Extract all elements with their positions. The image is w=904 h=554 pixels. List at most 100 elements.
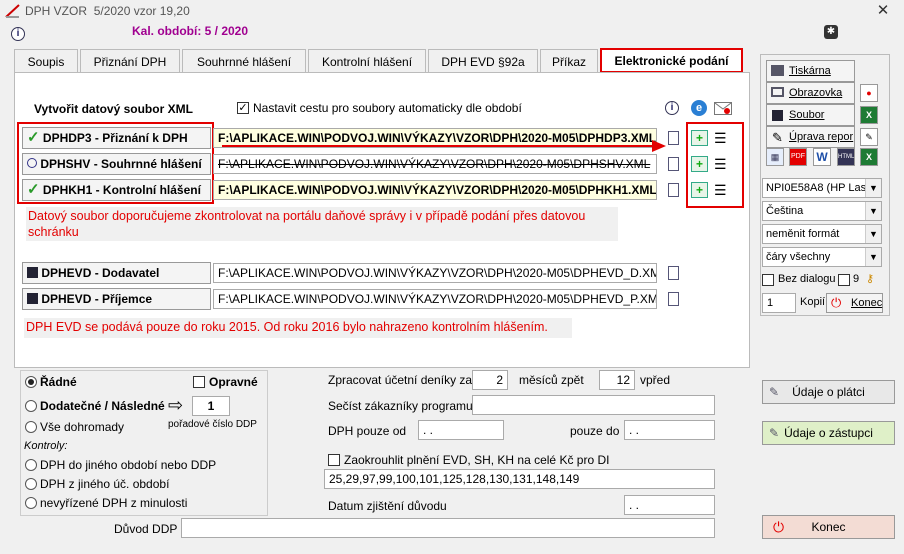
edit-icon[interactable]: ✎: [860, 128, 878, 146]
no-dialog-checkbox[interactable]: [762, 274, 774, 286]
konec-button[interactable]: ⏻ Konec: [762, 515, 895, 539]
dphkh1-button[interactable]: ✓ DPHKH1 - Kontrolní hlášení: [22, 179, 211, 201]
kontroly-label: Kontroly:: [24, 440, 68, 452]
months-forward-input[interactable]: 12: [599, 370, 635, 390]
calendar-icon[interactable]: ▦: [766, 148, 784, 166]
radio-dodatecne-label: Dodatečné / Následné: [40, 399, 165, 413]
close-window-button[interactable]: ✕: [868, 2, 898, 20]
duvod-input[interactable]: [181, 518, 715, 538]
secist-input[interactable]: [472, 395, 715, 415]
chevron-down-icon: ▼: [865, 225, 881, 243]
months-back-input[interactable]: 2: [472, 370, 508, 390]
tab-elektronicke-podani[interactable]: Elektronické podání: [600, 48, 743, 73]
radio-vse-dohromady[interactable]: [25, 421, 37, 433]
browser-icon[interactable]: e: [691, 100, 707, 116]
html-icon[interactable]: HTML: [837, 148, 855, 166]
email-icon[interactable]: ●: [860, 84, 878, 102]
floppy-disk-icon: [27, 293, 38, 304]
dphevd-prijemce-path-input[interactable]: F:\APLIKACE.WIN\PODVOJ.WIN\VÝKAZY\VZOR\D…: [213, 289, 657, 309]
email-icon[interactable]: [714, 102, 732, 115]
info-icon[interactable]: i: [665, 101, 679, 115]
arrow-right-icon: ⇨: [168, 395, 184, 415]
wrench-icon: ✎: [769, 426, 780, 440]
tab-priznani-dph[interactable]: Přiznání DPH: [80, 49, 180, 73]
auto-path-checkbox[interactable]: ✓: [237, 102, 249, 114]
file-button[interactable]: Soubor: [766, 104, 855, 126]
copies-count-input[interactable]: 1: [762, 293, 796, 313]
zpracovat-label: Zpracovat účetní deníky za: [328, 373, 473, 387]
floppy-disk-icon: [772, 110, 783, 121]
codes-input[interactable]: 25,29,97,99,100,101,125,128,130,131,148,…: [324, 469, 715, 489]
check-icon: ✓: [27, 181, 40, 198]
printer-select[interactable]: NPI0E58A8 (HP Lase ▼: [762, 178, 882, 198]
dphevd-prijemce-button[interactable]: DPHEVD - Příjemce: [22, 288, 211, 310]
add-export-icon[interactable]: +: [691, 130, 708, 146]
window-title: DPH VZOR 5/2020 vzor 19,20: [25, 4, 190, 18]
ddp-number-input[interactable]: 1: [192, 396, 230, 416]
edit-report-button[interactable]: ✎ Úprava repor: [766, 126, 855, 148]
lines-select[interactable]: čáry všechny ▼: [762, 247, 882, 267]
check-icon: ✓: [27, 129, 40, 146]
create-xml-label: Vytvořit datový soubor XML: [34, 102, 193, 116]
radio-radne[interactable]: [25, 376, 37, 388]
power-icon: ⏻: [831, 295, 842, 310]
file-icon[interactable]: [668, 266, 679, 280]
file-icon[interactable]: [668, 183, 679, 197]
dphkh1-path-input[interactable]: F:\APLIKACE.WIN\PODVOJ.WIN\VÝKAZY\VZOR\D…: [213, 180, 657, 200]
add-export-icon[interactable]: +: [691, 182, 708, 198]
copies-checkbox[interactable]: [838, 274, 850, 286]
tab-kontrolni-hlaseni[interactable]: Kontrolní hlášení: [308, 49, 426, 73]
opravne-checkbox[interactable]: [193, 376, 205, 388]
radio-dodatecne[interactable]: [25, 400, 37, 412]
documents-stack-icon[interactable]: ☰: [714, 128, 736, 148]
dph-od-input[interactable]: . .: [418, 420, 504, 440]
radio-kontrola-nevyrizene[interactable]: [25, 497, 37, 509]
chevron-down-icon: ▼: [865, 248, 881, 266]
dphevd-dodavatel-button[interactable]: DPHEVD - Dodavatel: [22, 262, 211, 284]
tab-souhrnne-hlaseni[interactable]: Souhrnné hlášení: [182, 49, 306, 73]
dphevd-dodavatel-path-input[interactable]: F:\APLIKACE.WIN\PODVOJ.WIN\VÝKAZY\VZOR\D…: [213, 263, 657, 283]
pdf-icon[interactable]: PDF: [789, 148, 807, 166]
datum-input[interactable]: . .: [624, 495, 715, 515]
dphdp3-button[interactable]: ✓ DPHDP3 - Přiznání k DPH: [22, 127, 211, 149]
excel-icon[interactable]: X: [860, 106, 878, 124]
dphshv-button[interactable]: DPHSHV - Souhrnné hlášení: [22, 153, 211, 175]
file-icon[interactable]: [668, 292, 679, 306]
documents-stack-icon[interactable]: ☰: [714, 154, 736, 174]
red-arrow-graphic: [222, 140, 666, 152]
tab-soupis[interactable]: Soupis: [14, 49, 78, 73]
kontrola-nevyrizene-label: nevyřízené DPH z minulosti: [40, 496, 188, 510]
settings-gear-icon[interactable]: ✱: [824, 25, 838, 39]
word-icon[interactable]: W: [813, 148, 831, 166]
dphshv-path-input[interactable]: F:\APLIKACE.WIN\PODVOJ.WIN\VÝKAZY\VZOR\D…: [213, 154, 657, 174]
chevron-down-icon: ▼: [865, 179, 881, 197]
udaje-o-platci-button[interactable]: ✎ Údaje o plátci: [762, 380, 895, 404]
kontrola-jine-obdobi-label: DPH do jiného období nebo DDP: [40, 458, 217, 472]
screen-button[interactable]: Obrazovka: [766, 82, 855, 104]
secist-label: Sečíst zákazníky programu: [328, 399, 473, 413]
months-back-label: měsíců zpět: [519, 373, 584, 387]
kontrola-jine-uc-obdobi-label: DPH z jiného úč. období: [40, 477, 170, 491]
language-select[interactable]: Čeština ▼: [762, 201, 882, 221]
radio-kontrola-jine-obdobi[interactable]: [25, 459, 37, 471]
documents-stack-icon[interactable]: ☰: [714, 180, 736, 200]
udaje-o-zastupci-button[interactable]: ✎ Údaje o zástupci: [762, 421, 895, 445]
opravne-label: Opravné: [209, 375, 258, 389]
excel-icon[interactable]: X: [860, 148, 878, 166]
format-select[interactable]: neměnit formát ▼: [762, 224, 882, 244]
dph-do-input[interactable]: . .: [624, 420, 715, 440]
radio-radne-label: Řádné: [40, 375, 77, 389]
file-icon[interactable]: [668, 131, 679, 145]
zaokrouhlit-checkbox[interactable]: [328, 454, 340, 466]
tab-prikaz[interactable]: Příkaz: [540, 49, 598, 73]
key-icon[interactable]: ⚷: [866, 272, 880, 286]
tab-dph-evd[interactable]: DPH EVD §92a: [428, 49, 538, 73]
radio-vse-label: Vše dohromady: [40, 420, 125, 434]
printer-icon: [771, 65, 784, 76]
add-export-icon[interactable]: +: [691, 156, 708, 172]
radio-kontrola-jine-uc-obdobi[interactable]: [25, 478, 37, 490]
info-icon[interactable]: i: [11, 27, 25, 41]
close-output-button[interactable]: ⏻ Konec: [826, 293, 883, 313]
printer-button[interactable]: Tiskárna: [766, 60, 855, 82]
file-icon[interactable]: [668, 157, 679, 171]
